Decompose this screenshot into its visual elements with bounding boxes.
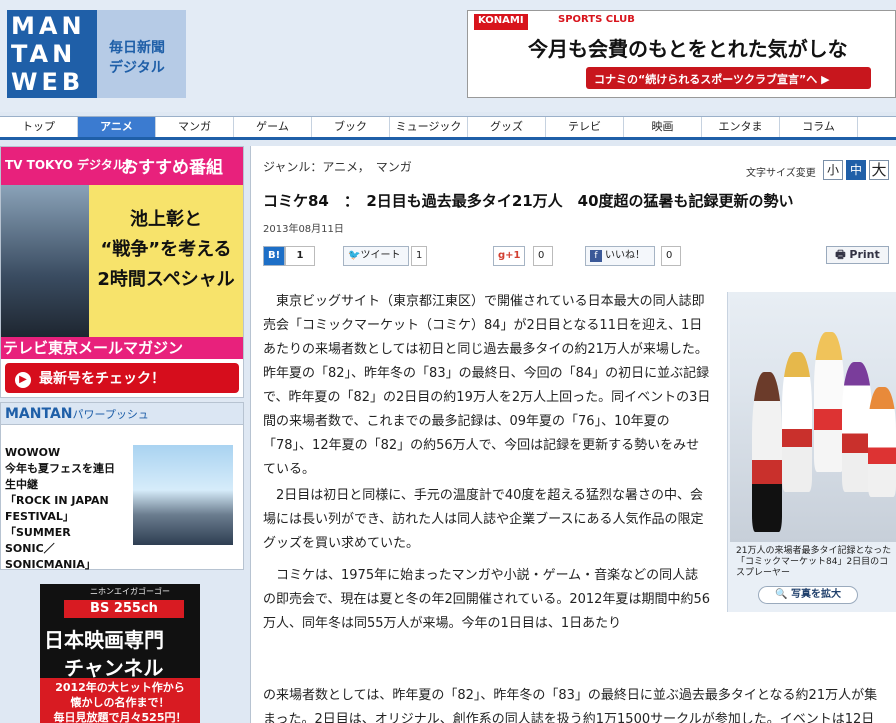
facebook-like-count: 0 xyxy=(661,246,681,266)
print-button[interactable]: 🖶 Print xyxy=(826,246,889,264)
tweet-label: ツイート xyxy=(360,250,401,261)
article-paragraph: 2日目は初日と同様に、手元の温度計で40度を超える猛烈な暑さの中、会場には長い列… xyxy=(263,488,704,551)
twitter-bird-icon: 🐦 xyxy=(348,250,361,261)
printer-icon: 🖶 xyxy=(835,248,850,261)
logo-sub-line: 毎日新聞 xyxy=(109,40,165,56)
logo-sub-line: デジタル xyxy=(109,60,165,76)
power-push-photo[interactable] xyxy=(133,445,233,545)
category-nav: トップ アニメ マンガ ゲーム ブック ミュージック グッズ テレビ 映画 エン… xyxy=(0,116,896,140)
nav-item-game[interactable]: ゲーム xyxy=(234,117,312,137)
power-push-box: MANTANパワープッシュ WOWOW 今年も夏フェスを連日 生中継 「ROCK… xyxy=(0,402,244,573)
article-title: コミケ84 ： 2日目も過去最多タイ21万人 40度超の猛暑も記録更新の勢い xyxy=(263,192,794,210)
power-push-title-sub: パワープッシュ xyxy=(72,408,149,421)
hatena-count: 1 xyxy=(285,246,315,266)
tvtokyo-mail-magazine: テレビ東京メールマガジン xyxy=(1,337,243,359)
nav-item-tv[interactable]: テレビ xyxy=(546,117,624,137)
font-size-label: 文字サイズ変更 xyxy=(746,168,816,179)
google-plus-count: 0 xyxy=(533,246,553,266)
tvtokyo-heading: おすすめ番組 xyxy=(121,158,223,178)
ad-cta-button[interactable]: コナミの“続けられるスポーツクラブ宣言”へ ▶ xyxy=(586,67,871,89)
cosplayer-figure xyxy=(868,387,896,497)
power-push-title: MANTANパワープッシュ xyxy=(1,403,243,425)
nav-item-anime[interactable]: アニメ xyxy=(78,117,156,137)
power-push-line: FESTIVAL」 xyxy=(5,510,74,523)
ad-brand: KONAMI xyxy=(474,14,528,30)
article-paragraph: コミケは、1975年に始まったマンガや小説・ゲーム・音楽などの同人誌の即売会で、… xyxy=(263,568,710,631)
logo-line: MAN xyxy=(11,12,86,40)
tweet-button[interactable]: 🐦ツイート xyxy=(343,246,409,266)
google-plus-button[interactable]: g+1 xyxy=(493,246,525,266)
facebook-like-button[interactable]: f いいね！ xyxy=(585,246,655,266)
article-date: 2013年08月11日 xyxy=(263,224,344,235)
ad-brand-suffix: SPORTS CLUB xyxy=(558,14,635,25)
print-label: Print xyxy=(849,248,880,261)
tvtokyo-ad[interactable]: TV TOKYO デジタル7 おすすめ番組 池上彰と “戦争”を考える 2時間ス… xyxy=(0,146,244,398)
tvtokyo-ad-header: TV TOKYO デジタル7 おすすめ番組 xyxy=(1,147,243,185)
google-plus-label: +1 xyxy=(505,250,521,261)
tvtokyo-logo: TV TOKYO デジタル7 xyxy=(5,158,134,172)
nav-item-music[interactable]: ミュージック xyxy=(390,117,468,137)
article-paragraph: 東京ビッグサイト（東京都江東区）で開催されている日本最大の同人誌即売会「コミック… xyxy=(263,294,711,477)
power-push-link[interactable]: WOWOW 今年も夏フェスを連日 生中継 「ROCK IN JAPAN FEST… xyxy=(5,445,131,573)
japan-movie-channel-ad[interactable]: ニホンエイガゴーゴー BS 255ch 日本映画専門 チャンネル 2012年の大… xyxy=(40,584,200,723)
cinema-ad-bottom-text: 2012年の大ヒット作から 懐かしの名作まで！ 毎日見放題で月々525円！ xyxy=(40,678,200,723)
mainichi-digital-logo[interactable]: 毎日新聞 デジタル xyxy=(97,10,186,98)
font-size-large-button[interactable]: 大 xyxy=(869,160,889,180)
cinema-channel-badge: BS 255ch xyxy=(64,600,184,618)
genre-breadcrumb[interactable]: ジャンル：アニメ， マンガ xyxy=(263,158,412,175)
facebook-like-label: いいね！ xyxy=(605,250,645,261)
power-push-title-main: MANTAN xyxy=(5,406,73,422)
cosplayers-photo[interactable] xyxy=(730,292,896,542)
enlarge-photo-label: 写真を拡大 xyxy=(790,589,841,600)
power-push-line: 今年も夏フェスを連日 xyxy=(5,462,115,475)
nav-item-goods[interactable]: グッズ xyxy=(468,117,546,137)
nav-item-book[interactable]: ブック xyxy=(312,117,390,137)
power-push-line: 生中継 xyxy=(5,478,38,491)
logo-line: WEB xyxy=(11,68,85,96)
ad-headline: 今月も会費のもとをとれた気がしな xyxy=(528,37,848,61)
cosplayer-figure xyxy=(752,372,782,532)
nav-item-manga[interactable]: マンガ xyxy=(156,117,234,137)
article-paragraph: の来場者数としては、昨年夏の「82」、昨年冬の「83」の最終日に並ぶ過去最多タイ… xyxy=(263,688,878,723)
cinema-title-line1: 日本映画専門 xyxy=(44,628,164,652)
facebook-icon: f xyxy=(590,250,602,262)
photo-caption: 21万人の来場者最多タイ記録となった「コミックマーケット84」2日目のコスプレー… xyxy=(736,546,892,578)
konami-ad-banner[interactable]: KONAMI SPORTS CLUB 今月も会費のもとをとれた気がしな コナミの… xyxy=(467,10,896,98)
font-size-medium-button[interactable]: 中 xyxy=(846,160,866,180)
tweet-count: 1 xyxy=(411,246,427,266)
tvtokyo-host-photo xyxy=(1,185,89,337)
hatena-bookmark-button[interactable]: B! xyxy=(263,246,285,266)
article-main: ジャンル：アニメ， マンガ 文字サイズ変更 小 中 大 コミケ84 ： 2日目も… xyxy=(250,146,896,723)
cosplayer-figure xyxy=(782,352,812,492)
power-push-line: 「SUMMER xyxy=(5,526,71,539)
tvtokyo-promo-text: 池上彰と “戦争”を考える 2時間スペシャル xyxy=(89,185,243,337)
font-size-small-button[interactable]: 小 xyxy=(823,160,843,180)
nav-item-entama[interactable]: エンタま xyxy=(702,117,780,137)
cinema-ad-top: ニホンエイガゴーゴー BS 255ch xyxy=(40,584,200,620)
magnifier-icon: 🔍 xyxy=(775,589,791,600)
cinema-brand: ニホンエイガゴーゴー xyxy=(90,587,170,596)
tvtokyo-check-button[interactable]: ▶ 最新号をチェック！ xyxy=(5,363,239,393)
tvtokyo-check-label: 最新号をチェック！ xyxy=(39,371,165,387)
nav-item-top[interactable]: トップ xyxy=(0,117,78,137)
play-circle-icon: ▶ xyxy=(15,372,31,388)
nav-item-movie[interactable]: 映画 xyxy=(624,117,702,137)
enlarge-photo-button[interactable]: 🔍 写真を拡大 xyxy=(758,586,858,604)
left-sidebar: TV TOKYO デジタル7 おすすめ番組 池上彰と “戦争”を考える 2時間ス… xyxy=(0,146,246,723)
article-photo-box: 21万人の来場者最多タイ記録となった「コミックマーケット84」2日目のコスプレー… xyxy=(727,292,896,612)
share-bar: B! 1 🐦ツイート 1 g+1 0 f いいね！ 0 🖶 Print xyxy=(263,246,893,268)
power-push-line: WOWOW xyxy=(5,446,61,459)
logo-line: TAN xyxy=(11,40,77,68)
site-header: MAN TAN WEB 毎日新聞 デジタル KONAMI SPORTS CLUB… xyxy=(0,0,896,112)
nav-item-column[interactable]: コラム xyxy=(780,117,858,137)
power-push-line: 「ROCK IN JAPAN xyxy=(5,494,109,507)
cosplayer-figure xyxy=(814,332,844,472)
cinema-title-line2: チャンネル xyxy=(64,656,164,680)
mantanweb-logo[interactable]: MAN TAN WEB xyxy=(7,10,97,98)
power-push-line: SONIC／SONICMANIA」 xyxy=(5,542,96,571)
